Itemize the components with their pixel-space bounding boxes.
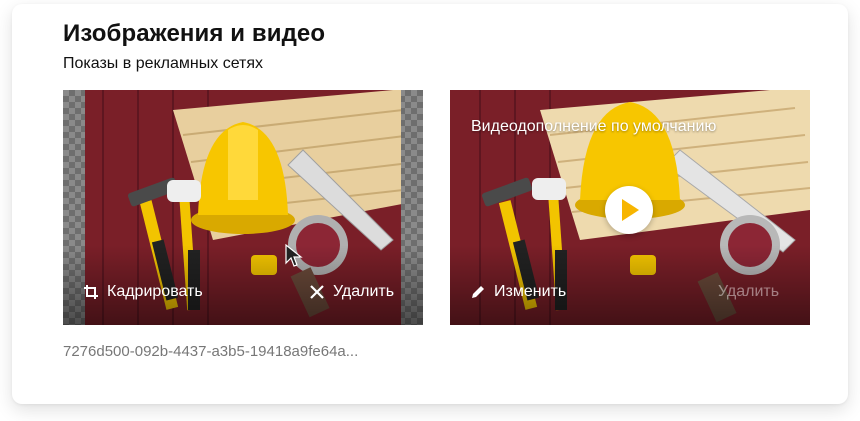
crop-icon bbox=[83, 284, 99, 300]
video-preview: Видеодополнение по умолчанию Изменить Уд… bbox=[450, 90, 810, 325]
image-filename: 7276d500-092b-4437-a3b5-19418a9fe64a... bbox=[63, 343, 359, 360]
delete-video-button[interactable]: Удалить bbox=[718, 283, 779, 301]
delete-image-label: Удалить bbox=[333, 283, 395, 300]
crop-button[interactable]: Кадрировать bbox=[83, 283, 203, 301]
delete-video-label: Удалить bbox=[718, 283, 780, 300]
section-subtitle: Показы в рекламных сетях bbox=[63, 55, 264, 72]
pencil-icon bbox=[470, 284, 486, 300]
edit-video-button[interactable]: Изменить bbox=[470, 283, 566, 301]
images-and-video-card: Изображения и видео Показы в рекламных с… bbox=[12, 4, 848, 404]
play-button[interactable] bbox=[605, 186, 653, 234]
mouse-pointer-icon bbox=[285, 243, 303, 273]
edit-video-label: Изменить bbox=[494, 283, 567, 300]
image-preview: Кадрировать Удалить bbox=[63, 90, 423, 325]
video-caption: Видеодополнение по умолчанию bbox=[471, 118, 717, 135]
section-title: Изображения и видео bbox=[63, 20, 326, 47]
delete-image-button[interactable]: Удалить bbox=[309, 283, 394, 301]
close-icon bbox=[309, 284, 325, 300]
crop-button-label: Кадрировать bbox=[107, 283, 203, 300]
